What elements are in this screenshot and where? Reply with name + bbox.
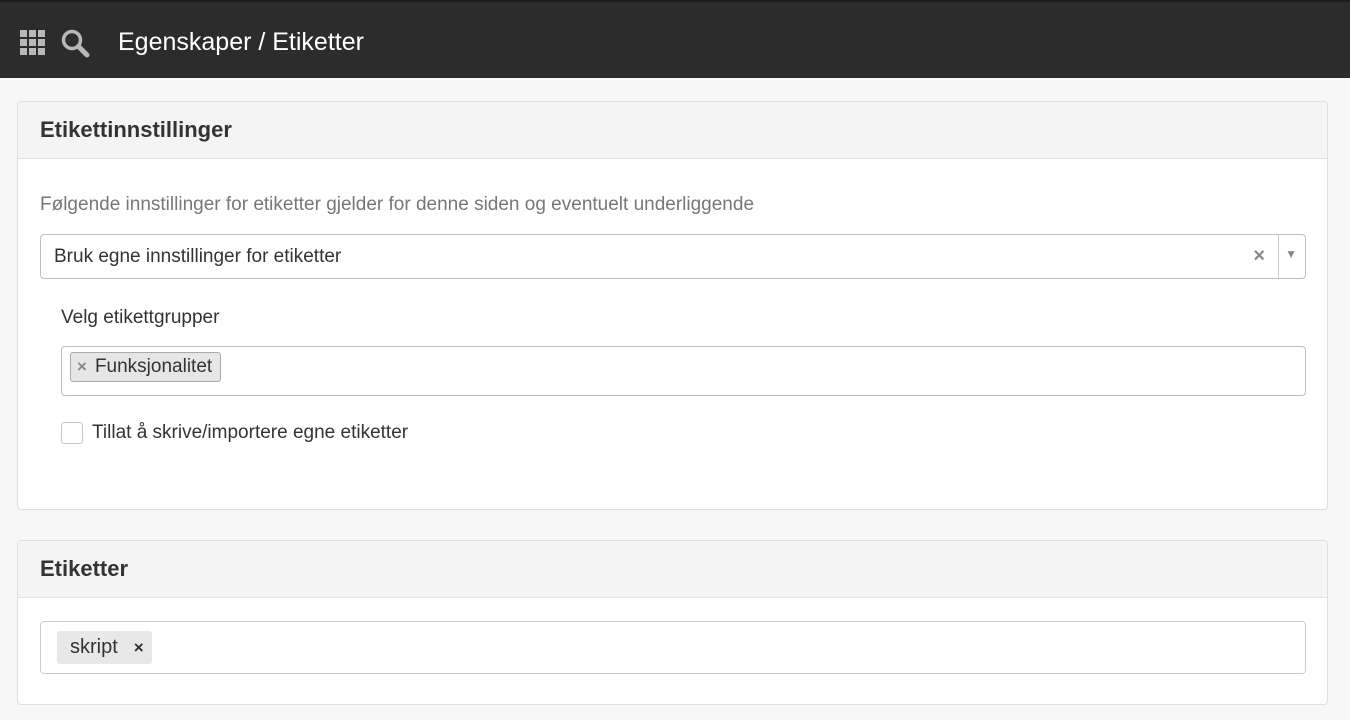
tag-settings-panel-header: Etikettinnstillinger (18, 102, 1327, 159)
tag-chip-label: skript (70, 636, 118, 658)
tag-group-chip: × Funksjonalitet (70, 352, 222, 382)
remove-chip-icon[interactable]: × (77, 357, 87, 377)
chevron-down-icon[interactable]: ▼ (1285, 247, 1297, 261)
tag-chip: skript × (57, 631, 152, 664)
tag-groups-input[interactable]: × Funksjonalitet (61, 346, 1306, 396)
top-bar: Egenskaper / Etiketter (0, 0, 1350, 78)
tag-group-chip-label: Funksjonalitet (94, 356, 213, 377)
tag-settings-select[interactable]: Bruk egne innstillinger for etiketter × … (40, 234, 1306, 279)
search-icon[interactable] (60, 28, 90, 58)
select-divider (1278, 235, 1279, 278)
tag-settings-select-value: Bruk egne innstillinger for etiketter (54, 246, 342, 267)
apps-grid-icon[interactable] (20, 30, 45, 55)
tag-settings-title: Etikettinnstillinger (40, 117, 232, 142)
tags-panel-header: Etiketter (18, 541, 1327, 598)
tags-title: Etiketter (40, 556, 129, 581)
remove-tag-icon[interactable]: × (134, 638, 144, 658)
tags-panel: Etiketter skript × (17, 540, 1328, 705)
tag-groups-label: Velg etikettgrupper (61, 307, 220, 328)
allow-custom-tags-label[interactable]: Tillat å skrive/importere egne etiketter (92, 422, 408, 444)
tag-settings-panel: Etikettinnstillinger Følgende innstillin… (17, 101, 1328, 510)
allow-custom-tags-row: Tillat å skrive/importere egne etiketter (61, 422, 408, 444)
tags-input[interactable]: skript × (40, 621, 1306, 674)
tag-settings-description: Følgende innstillinger for etiketter gje… (40, 194, 755, 215)
allow-custom-tags-checkbox[interactable] (61, 422, 83, 444)
clear-selection-icon[interactable]: × (1253, 244, 1265, 268)
page-title: Egenskaper / Etiketter (118, 28, 364, 56)
